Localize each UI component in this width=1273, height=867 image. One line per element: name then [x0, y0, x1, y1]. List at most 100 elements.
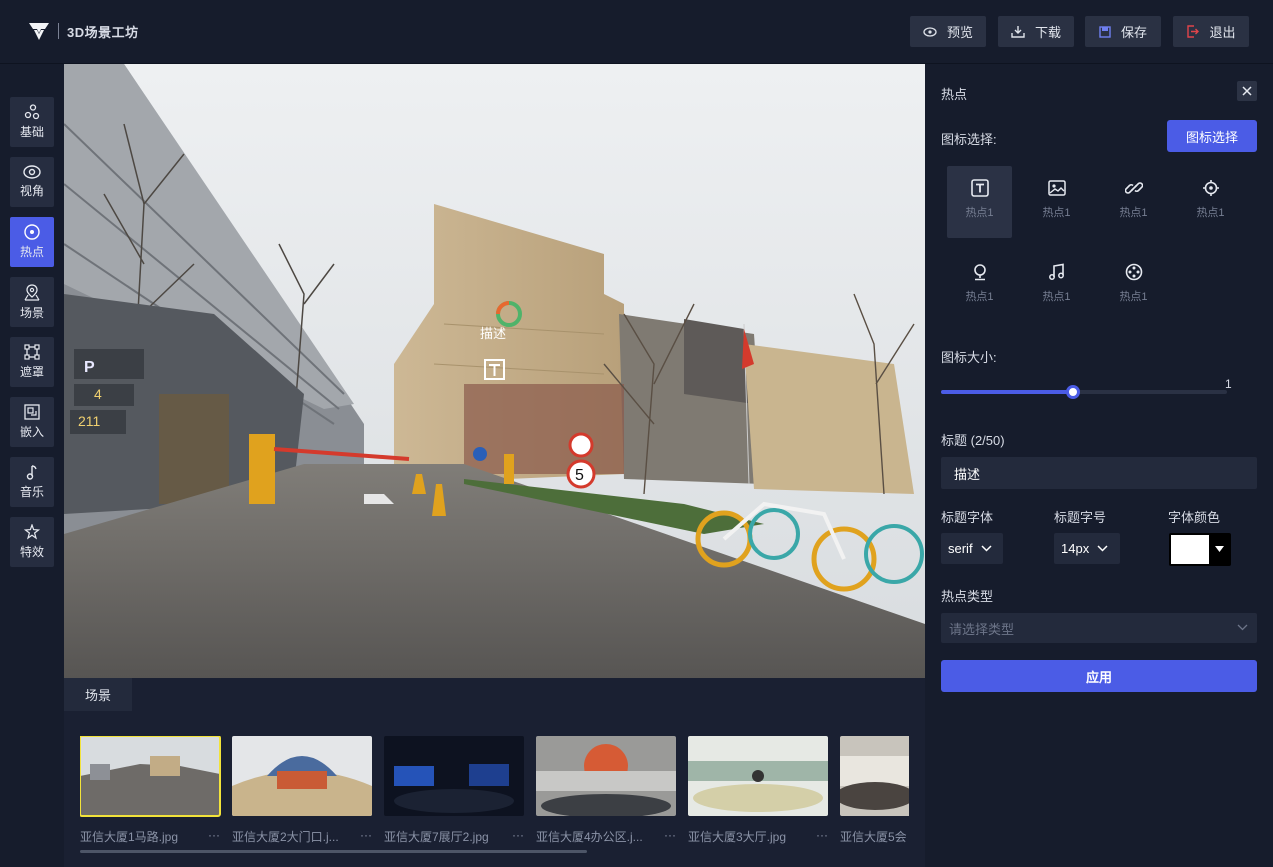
hotspot-icon-option[interactable]: 热点1	[947, 166, 1012, 238]
sidebar-item-effects[interactable]: 特效	[10, 517, 54, 567]
scene-thumb[interactable]: 亚信大厦2大门口.j... ···	[232, 736, 372, 845]
scene-thumb-image[interactable]	[232, 736, 372, 816]
hotspot-icon-option[interactable]: 热点1	[947, 250, 1012, 322]
sidebar-item-hotspot[interactable]: 热点	[10, 217, 54, 267]
scene-name: 亚信大厦2大门口.j...	[232, 830, 339, 844]
film-reel-icon	[1125, 263, 1142, 281]
hotspot-icon-option[interactable]: 热点1	[1024, 250, 1089, 322]
save-label: 保存	[1120, 25, 1147, 40]
chevron-down-icon	[1097, 545, 1108, 552]
nodes-icon	[24, 104, 40, 120]
exit-icon	[1187, 25, 1200, 38]
preview-button[interactable]: 预览	[910, 16, 986, 47]
sidebar-item-music[interactable]: 音乐	[10, 457, 54, 507]
scene-thumb-image[interactable]	[80, 736, 221, 817]
more-icon[interactable]: ···	[816, 828, 828, 845]
scene-name: 亚信大厦1马路.jpg	[80, 830, 179, 844]
sidebar-item-mask[interactable]: 遮罩	[10, 337, 54, 387]
panorama-viewer[interactable]: P 4 211 5 描述	[64, 64, 925, 678]
sidebar-item-label: 基础	[19, 125, 44, 139]
hotspot-type-select[interactable]: 请选择类型	[941, 613, 1257, 643]
left-sidebar: 基础 视角 热点 场景 遮罩 嵌入 音乐 特效	[0, 64, 64, 867]
panorama-image: P 4 211 5 描述	[64, 64, 925, 678]
scene-thumb[interactable]: 亚信大厦1马路.jpg ···	[80, 736, 221, 845]
hotspot-icon-option[interactable]: 热点1	[1178, 166, 1243, 238]
map-pin-icon	[24, 283, 40, 301]
scene-thumb-image[interactable]	[384, 736, 524, 816]
more-icon[interactable]: ···	[208, 828, 220, 845]
tab-scenes[interactable]: 场景	[64, 678, 132, 711]
svg-text:211: 211	[78, 413, 101, 429]
title-font-select[interactable]: serif	[941, 533, 1003, 564]
image-icon	[1047, 180, 1066, 196]
scene-thumb[interactable]: 亚信大厦7展厅2.jpg ···	[384, 736, 524, 845]
link-icon	[1124, 182, 1143, 194]
scene-name: 亚信大厦5会	[840, 830, 907, 844]
scene-name: 亚信大厦3大厅.jpg	[688, 830, 787, 844]
svg-text:5: 5	[575, 467, 584, 484]
sidebar-item-label: 视角	[19, 184, 44, 198]
title-input[interactable]: 描述	[941, 457, 1257, 489]
font-color-label: 字体颜色	[1168, 510, 1221, 525]
scene-thumb-image[interactable]	[840, 736, 909, 816]
save-button[interactable]: 保存	[1085, 16, 1161, 47]
caret-down-icon	[1215, 546, 1224, 552]
scene-strip: 场景 亚信大厦1马路.jpg ··· 亚信大厦2大门口.j... ··· 亚信大厦7…	[64, 678, 925, 867]
hotspot-icon-option[interactable]: 热点1	[1101, 166, 1166, 238]
scene-thumb[interactable]: 亚信大厦4办公区.j... ···	[536, 736, 676, 845]
sidebar-item-embed[interactable]: 嵌入	[10, 397, 54, 447]
icon-option-label: 热点1	[965, 291, 994, 303]
title-font-value: serif	[948, 541, 973, 556]
sidebar-item-label: 遮罩	[19, 365, 44, 379]
scene-thumb[interactable]: 亚信大厦3大厅.jpg ···	[688, 736, 828, 845]
more-icon[interactable]: ···	[360, 828, 372, 845]
logo-icon	[29, 23, 49, 40]
eye-icon	[23, 165, 41, 179]
save-icon	[1099, 25, 1111, 38]
sidebar-item-label: 特效	[19, 545, 44, 559]
icon-option-label: 热点1	[1196, 207, 1225, 219]
exit-button[interactable]: 退出	[1173, 16, 1249, 47]
title-size-select[interactable]: 14px	[1054, 533, 1120, 564]
sidebar-item-view[interactable]: 视角	[10, 157, 54, 207]
scene-thumb[interactable]: 亚信大厦5会	[840, 736, 909, 845]
more-icon[interactable]: ···	[664, 828, 676, 845]
text-icon	[970, 179, 989, 197]
hotspot-panel: 热点 图标选择: 图标选择 热点1 热点1 热点1 热点1 热点1 热点1 热点…	[925, 64, 1273, 867]
mask-icon	[24, 344, 40, 360]
chevron-down-icon	[1237, 624, 1248, 631]
icon-select-button[interactable]: 图标选择	[1167, 120, 1257, 152]
slider-handle[interactable]	[1065, 385, 1080, 399]
scene-thumb-image[interactable]	[536, 736, 676, 816]
apply-button[interactable]: 应用	[941, 660, 1257, 692]
more-icon[interactable]: ···	[512, 828, 524, 845]
music-icon	[26, 465, 37, 480]
icon-option-label: 热点1	[1042, 207, 1071, 219]
icon-size-slider[interactable]	[941, 385, 1227, 399]
scene-name: 亚信大厦4办公区.j...	[536, 830, 643, 844]
icon-option-label: 热点1	[1119, 291, 1148, 303]
close-button[interactable]	[1237, 81, 1257, 101]
icon-option-label: 热点1	[1119, 207, 1148, 219]
sidebar-item-basic[interactable]: 基础	[10, 97, 54, 147]
scene-scrollbar[interactable]	[80, 850, 587, 853]
sidebar-item-scene[interactable]: 场景	[10, 277, 54, 327]
icon-option-label: 热点1	[965, 207, 994, 219]
top-bar: 3D场景工坊 预览 下载 保存 退出	[0, 0, 1273, 64]
slider-fill	[941, 390, 1073, 394]
hotspot-icon-option[interactable]: 热点1	[1024, 166, 1089, 238]
download-button[interactable]: 下载	[998, 16, 1074, 47]
svg-text:P: P	[84, 359, 95, 376]
sidebar-item-label: 热点	[19, 245, 44, 259]
title-label: 标题 (2/50)	[941, 433, 1005, 448]
font-color-picker[interactable]	[1169, 533, 1231, 566]
hotspot-icon-option[interactable]: 热点1	[1101, 250, 1166, 322]
crosshair-icon	[1202, 180, 1219, 196]
target-icon	[24, 224, 40, 240]
sidebar-item-label: 场景	[19, 305, 44, 320]
scene-thumbnails: 亚信大厦1马路.jpg ··· 亚信大厦2大门口.j... ··· 亚信大厦7展厅2…	[80, 736, 909, 846]
icon-size-label: 图标大小:	[941, 350, 997, 365]
location-icon	[973, 264, 986, 281]
hotspot-label: 描述	[480, 326, 506, 341]
scene-thumb-image[interactable]	[688, 736, 828, 816]
